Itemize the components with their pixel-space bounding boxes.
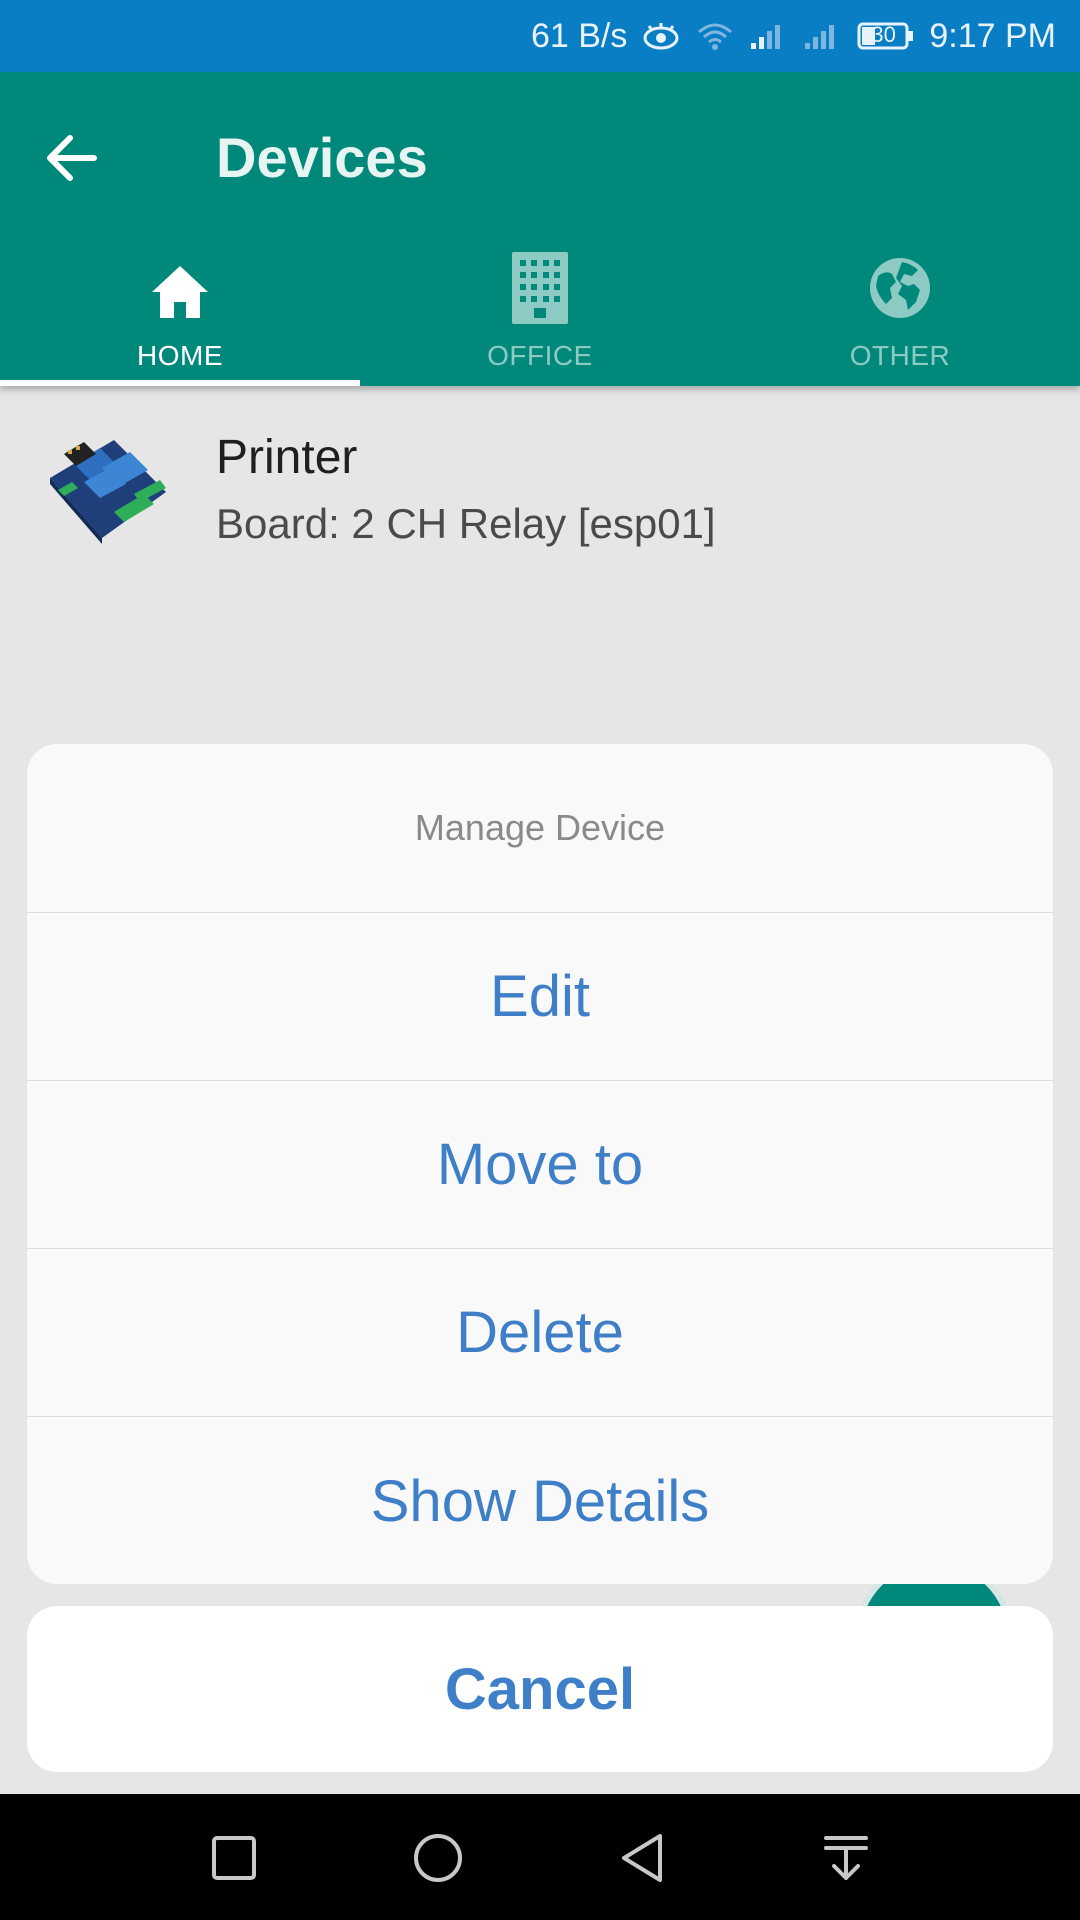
office-building-icon bbox=[510, 250, 570, 331]
tab-home[interactable]: HOME bbox=[0, 250, 360, 386]
device-list-item[interactable]: Printer Board: 2 CH Relay [esp01] bbox=[0, 386, 1080, 576]
sheet-title: Manage Device bbox=[27, 744, 1053, 913]
triangle-back-icon bbox=[622, 1834, 662, 1882]
tab-office[interactable]: OFFICE bbox=[360, 250, 720, 386]
edit-button[interactable]: Edit bbox=[27, 913, 1053, 1081]
back-nav-button[interactable] bbox=[612, 1828, 672, 1888]
home-icon bbox=[148, 260, 212, 329]
manage-device-sheet: Manage Device Edit Move to Delete Show D… bbox=[27, 744, 1053, 1584]
arrow-back-icon bbox=[47, 135, 97, 181]
move-to-button[interactable]: Move to bbox=[27, 1081, 1053, 1249]
wifi-icon bbox=[695, 20, 735, 52]
delete-button[interactable]: Delete bbox=[27, 1249, 1053, 1417]
tab-bar: HOME OFFICE OTHER bbox=[0, 250, 1080, 386]
eye-comfort-icon bbox=[641, 21, 681, 51]
tab-other-label: OTHER bbox=[849, 340, 951, 371]
system-nav-bar bbox=[0, 1794, 1080, 1920]
back-button[interactable] bbox=[38, 124, 106, 192]
globe-icon bbox=[868, 256, 932, 325]
app-bar: Devices HOME OFFICE OTHER bbox=[0, 72, 1080, 386]
device-board: Board: 2 CH Relay [esp01] bbox=[216, 500, 716, 547]
signal-2-icon bbox=[803, 21, 843, 51]
clock: 9:17 PM bbox=[929, 16, 1056, 55]
tab-other[interactable]: OTHER bbox=[720, 250, 1080, 386]
pull-down-icon bbox=[824, 1836, 868, 1880]
status-bar: 61 B/s 30 9:17 PM bbox=[0, 0, 1080, 72]
tab-office-label: OFFICE bbox=[487, 340, 593, 371]
show-details-button[interactable]: Show Details bbox=[27, 1417, 1053, 1584]
signal-icon bbox=[749, 21, 789, 51]
circle-icon bbox=[414, 1834, 462, 1882]
net-speed: 61 B/s bbox=[530, 16, 628, 55]
page-title: Devices bbox=[216, 126, 428, 189]
notification-pull-button[interactable] bbox=[816, 1828, 876, 1888]
battery-icon: 30 bbox=[857, 21, 915, 51]
home-button[interactable] bbox=[408, 1828, 468, 1888]
square-icon bbox=[212, 1836, 256, 1880]
cancel-button[interactable]: Cancel bbox=[27, 1606, 1053, 1772]
relay-board-image bbox=[44, 434, 170, 546]
device-name: Printer bbox=[216, 431, 358, 484]
tab-home-label: HOME bbox=[137, 340, 223, 371]
recents-button[interactable] bbox=[204, 1828, 264, 1888]
battery-level: 30 bbox=[871, 22, 896, 47]
